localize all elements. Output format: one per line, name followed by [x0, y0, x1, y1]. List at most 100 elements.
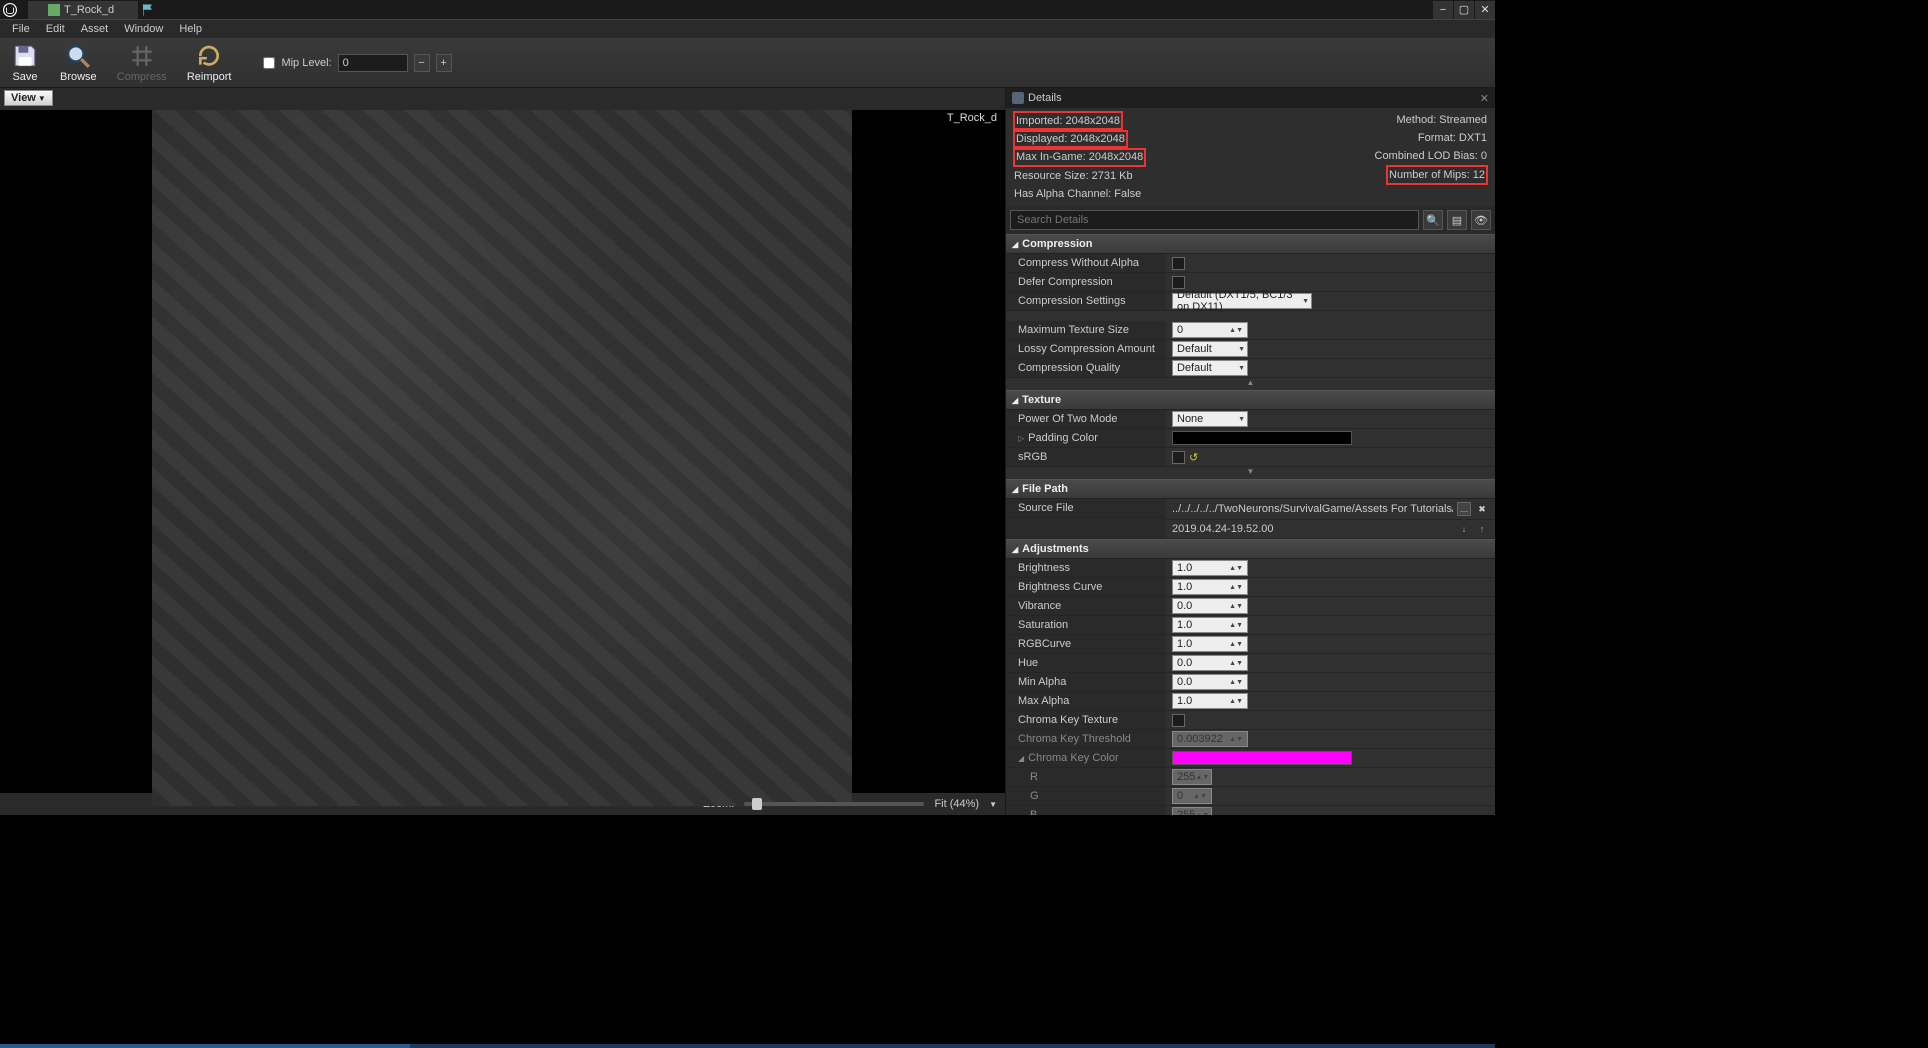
- input-min-alpha[interactable]: 0.0▲▼: [1172, 674, 1248, 690]
- menu-help[interactable]: Help: [173, 21, 208, 37]
- texture-canvas[interactable]: T_Rock_d: [0, 110, 1005, 793]
- label-max-texture-size: Maximum Texture Size: [1006, 321, 1166, 340]
- mip-level-decrement[interactable]: −: [414, 54, 430, 72]
- input-g: 0▲▼: [1172, 788, 1212, 804]
- info-has-alpha: Has Alpha Channel: False: [1014, 186, 1251, 202]
- mip-level-increment[interactable]: +: [436, 54, 452, 72]
- details-panel: Details ✕ Imported: 2048x2048 Displayed:…: [1005, 88, 1495, 815]
- dropdown-compression-quality[interactable]: Default: [1172, 360, 1248, 376]
- menubar: File Edit Asset Window Help: [0, 20, 1495, 38]
- arrow-up-button[interactable]: ↑: [1475, 522, 1489, 536]
- input-max-alpha[interactable]: 1.0▲▼: [1172, 693, 1248, 709]
- menu-file[interactable]: File: [6, 21, 36, 37]
- info-lod-bias: Combined LOD Bias: 0: [1375, 148, 1488, 164]
- swatch-padding-color[interactable]: [1172, 431, 1352, 445]
- label-rgbcurve: RGBCurve: [1006, 635, 1166, 654]
- input-b: 255▲▼: [1172, 807, 1212, 815]
- search-icon[interactable]: 🔍: [1423, 210, 1443, 230]
- browse-file-button[interactable]: …: [1457, 502, 1471, 516]
- taskbar: [0, 1044, 1495, 1048]
- label-g: G: [1006, 787, 1166, 806]
- label-defer-compression: Defer Compression: [1006, 273, 1166, 292]
- menu-asset[interactable]: Asset: [75, 21, 115, 37]
- tutorial-flag-icon[interactable]: [138, 1, 158, 19]
- mip-level-label: Mip Level:: [281, 57, 331, 69]
- label-saturation: Saturation: [1006, 616, 1166, 635]
- browse-button[interactable]: Browse: [56, 42, 101, 83]
- info-max-ingame: Max In-Game: 2048x2048: [1016, 151, 1143, 163]
- input-chroma-key-threshold: 0.003922▲▼: [1172, 731, 1248, 747]
- arrow-down-button[interactable]: ↓: [1457, 522, 1471, 536]
- dropdown-po2[interactable]: None: [1172, 411, 1248, 427]
- mip-level-input[interactable]: 0: [338, 54, 408, 72]
- input-r: 255▲▼: [1172, 769, 1212, 785]
- info-imported: Imported: 2048x2048: [1016, 115, 1120, 127]
- window-maximize-button[interactable]: ▢: [1454, 1, 1474, 19]
- document-tab-label: T_Rock_d: [64, 4, 114, 16]
- checkbox-defer-compression[interactable]: [1172, 276, 1185, 289]
- label-chroma-key-texture: Chroma Key Texture: [1006, 711, 1166, 730]
- source-file-timestamp: 2019.04.24-19.52.00: [1172, 523, 1453, 535]
- label-brightness: Brightness: [1006, 559, 1166, 578]
- chevron-down-icon: ▼: [38, 94, 46, 103]
- property-matrix-button[interactable]: ▤: [1447, 210, 1467, 230]
- input-vibrance[interactable]: 0.0▲▼: [1172, 598, 1248, 614]
- input-hue[interactable]: 0.0▲▼: [1172, 655, 1248, 671]
- dropdown-compression-settings[interactable]: Default (DXT1/5, BC1/3 on DX11): [1172, 293, 1312, 309]
- view-mode-button[interactable]: View ▼: [4, 90, 53, 106]
- input-brightness[interactable]: 1.0▲▼: [1172, 560, 1248, 576]
- input-saturation[interactable]: 1.0▲▼: [1172, 617, 1248, 633]
- section-filepath[interactable]: ◢File Path: [1006, 479, 1495, 499]
- label-po2: Power Of Two Mode: [1006, 410, 1166, 429]
- info-format: Format: DXT1: [1418, 130, 1487, 146]
- section-adjustments[interactable]: ◢Adjustments: [1006, 539, 1495, 559]
- label-min-alpha: Min Alpha: [1006, 673, 1166, 692]
- label-padding-color: ▷Padding Color: [1006, 429, 1166, 448]
- info-displayed: Displayed: 2048x2048: [1016, 133, 1125, 145]
- input-max-texture-size[interactable]: 0▲▼: [1172, 322, 1248, 338]
- view-options-button[interactable]: 👁: [1471, 210, 1491, 230]
- texture-name-label: T_Rock_d: [947, 112, 997, 124]
- reset-icon[interactable]: ↺: [1189, 451, 1198, 464]
- label-compression-quality: Compression Quality: [1006, 359, 1166, 378]
- section-texture[interactable]: ◢Texture: [1006, 390, 1495, 410]
- input-brightness-curve[interactable]: 1.0▲▼: [1172, 579, 1248, 595]
- info-num-mips: Number of Mips: 12: [1389, 169, 1485, 181]
- menu-edit[interactable]: Edit: [40, 21, 71, 37]
- label-lossy-amount: Lossy Compression Amount: [1006, 340, 1166, 359]
- reimport-icon: [194, 42, 224, 70]
- save-button[interactable]: Save: [6, 42, 44, 83]
- clear-file-button[interactable]: ✖: [1475, 502, 1489, 516]
- close-tab-icon[interactable]: ✕: [1480, 92, 1489, 105]
- label-compression-settings: Compression Settings: [1006, 292, 1166, 311]
- chevron-down-icon[interactable]: ▼: [989, 800, 997, 809]
- menu-window[interactable]: Window: [118, 21, 169, 37]
- dropdown-lossy-amount[interactable]: Default: [1172, 341, 1248, 357]
- label-brightness-curve: Brightness Curve: [1006, 578, 1166, 597]
- info-resource-size: Resource Size: 2731 Kb: [1014, 168, 1251, 184]
- label-r: R: [1006, 768, 1166, 787]
- window-minimize-button[interactable]: −: [1433, 1, 1453, 19]
- details-tab[interactable]: Details ✕: [1006, 88, 1495, 108]
- mip-level-checkbox[interactable]: [263, 57, 275, 69]
- input-rgbcurve[interactable]: 1.0▲▼: [1172, 636, 1248, 652]
- checkbox-srgb[interactable]: [1172, 451, 1185, 464]
- checkbox-compress-without-alpha[interactable]: [1172, 257, 1185, 270]
- label-b: B: [1006, 806, 1166, 815]
- label-chroma-key-threshold: Chroma Key Threshold: [1006, 730, 1166, 749]
- compress-button: Compress: [113, 42, 171, 83]
- search-details-input[interactable]: [1010, 210, 1419, 230]
- checkbox-chroma-key-texture[interactable]: [1172, 714, 1185, 727]
- expand-arrow-icon[interactable]: ▲: [1247, 378, 1255, 390]
- label-srgb: sRGB: [1006, 448, 1166, 467]
- expand-arrow-icon[interactable]: ▼: [1247, 467, 1255, 479]
- section-compression[interactable]: ◢Compression: [1006, 234, 1495, 254]
- label-max-alpha: Max Alpha: [1006, 692, 1166, 711]
- reimport-button[interactable]: Reimport: [183, 42, 236, 83]
- details-icon: [1012, 92, 1024, 104]
- document-tab[interactable]: T_Rock_d: [28, 1, 138, 19]
- swatch-chroma-key-color[interactable]: [1172, 751, 1352, 765]
- window-close-button[interactable]: ✕: [1475, 1, 1495, 19]
- titlebar: T_Rock_d − ▢ ✕: [0, 0, 1495, 20]
- zoom-slider[interactable]: [744, 802, 924, 806]
